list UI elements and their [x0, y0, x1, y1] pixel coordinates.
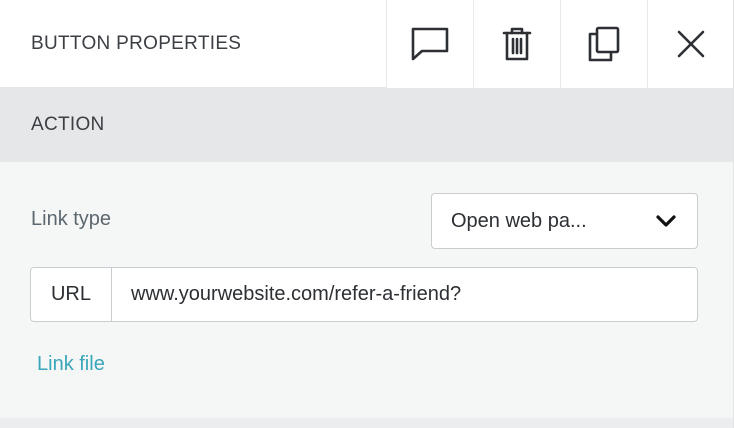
panel-header: BUTTON PROPERTIES: [0, 0, 734, 88]
comment-button[interactable]: [386, 0, 473, 88]
url-field-group: URL: [30, 267, 698, 322]
link-file-link[interactable]: Link file: [37, 353, 105, 376]
url-prefix-label: URL: [31, 268, 112, 321]
delete-button[interactable]: [473, 0, 560, 88]
chevron-down-icon: [655, 214, 677, 228]
link-type-value: Open web pa...: [451, 209, 587, 232]
copy-icon: [587, 26, 621, 62]
bottom-divider: [0, 418, 734, 428]
url-input[interactable]: [112, 268, 697, 321]
action-section-header[interactable]: ACTION: [0, 88, 734, 162]
trash-icon: [502, 27, 532, 61]
comment-icon: [410, 26, 450, 62]
link-type-select[interactable]: Open web pa...: [431, 193, 698, 249]
panel-title: BUTTON PROPERTIES: [31, 32, 242, 54]
close-icon: [676, 29, 706, 59]
link-type-label: Link type: [31, 208, 112, 230]
header-actions: [386, 0, 734, 88]
button-properties-panel: BUTTON PROPERTIES ACTION Link type Open …: [0, 0, 734, 428]
close-button[interactable]: [647, 0, 734, 88]
action-section-body: Link type Open web pa... URL Link file: [0, 162, 734, 418]
duplicate-button[interactable]: [560, 0, 647, 88]
